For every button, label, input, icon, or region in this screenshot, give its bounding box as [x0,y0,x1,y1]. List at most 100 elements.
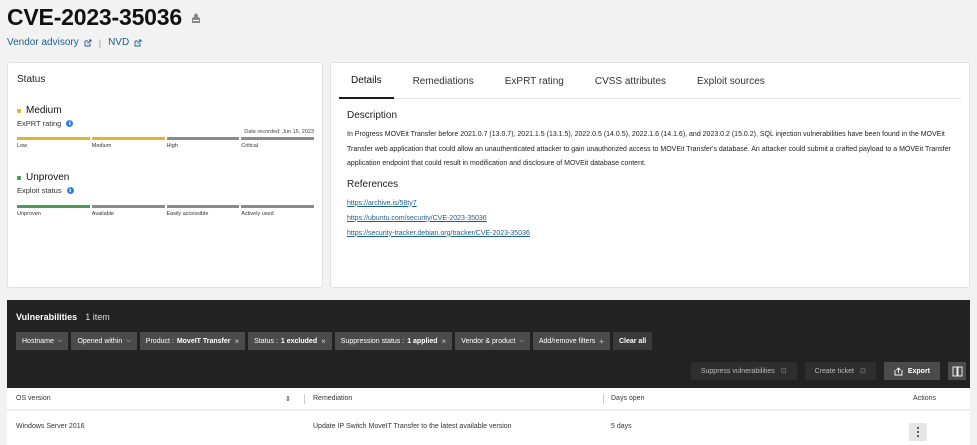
detail-tabs: Details Remediations ExPRT rating CVSS a… [339,63,961,99]
filter-status[interactable]: Status :1 excluded × [248,332,332,350]
reference-link[interactable]: https://archive.is/58ty7 [347,200,953,207]
scale-label: Available [91,211,114,217]
exprt-scale-bar [17,137,314,140]
clear-all-button[interactable]: Clear all [612,332,653,350]
scale-label: Actively used [241,211,274,217]
details-panel: Details Remediations ExPRT rating CVSS a… [330,62,970,288]
tab-exploit-sources[interactable]: Exploit sources [685,63,777,99]
details-content: Description In Progress MOVEit Transfer … [347,110,953,237]
external-link-icon [84,39,92,46]
action-bar: Suppress vulnerabilities ⊡ Create ticket ⊡… [690,362,966,380]
scale-label: Low [17,143,28,149]
unproven-indicator-dot [17,175,21,180]
scale-segment [241,137,314,140]
exprt-label: ExPRT rating [17,119,62,128]
exprt-level: Medium [26,105,62,116]
scale-segment [241,205,314,208]
bug-icon [191,12,200,23]
filter-vendor-product[interactable]: Vendor & product ⌵ [455,332,530,350]
scale-segment [166,137,240,140]
lock-icon: ⊡ [780,368,787,375]
export-button[interactable]: Export [883,362,940,380]
lock-icon: ⊡ [859,368,866,375]
column-header-days-open[interactable]: Days open [611,395,644,402]
column-settings-button[interactable] [948,362,966,380]
scale-label: Medium [91,143,112,149]
scale-segment [17,137,90,140]
reference-link[interactable]: https://security-tracker.debian.org/trac… [347,230,953,237]
description-text: In Progress MOVEit Transfer before 2021.… [347,131,951,167]
plus-icon: + [599,336,604,346]
export-icon [894,366,903,375]
cell-os-version: Windows Server 2016 [16,423,85,430]
page-title: CVE-2023-35036 [7,4,202,31]
link-separator: | [98,37,102,48]
exploit-level: Unproven [26,172,70,183]
sort-icon[interactable]: ⇕ [285,395,291,403]
exploit-scale-bar [17,205,314,208]
date-recorded: Date recorded: Jun 15, 2023 [244,129,314,135]
create-ticket-button[interactable]: Create ticket ⊡ [804,362,876,380]
external-links: Vendor advisory | NVD [7,37,202,48]
vulnerabilities-title: Vulnerabilities 1 item [16,312,110,322]
status-title: Status [17,74,46,85]
scale-label: Easily accessible [166,211,209,217]
exploit-status-metric: Unproven Exploit status i Unproven Avail… [17,172,314,217]
table-row[interactable]: Windows Server 2016 Update IP Switch Mov… [7,411,970,445]
filter-bar: Hostname ⌵ Opened within ⌵ Product : MoveIT… [16,332,653,350]
filter-hostname[interactable]: Hostname ⌵ [16,332,69,350]
cve-id: CVE-2023-35036 [7,4,182,30]
kebab-dot [917,435,919,437]
scale-segment [166,205,240,208]
column-divider [603,394,604,404]
table-header: OS version ⇕ Remediation Days open Actio… [7,388,970,410]
nvd-link[interactable]: NVD [108,37,142,48]
columns-icon [952,366,962,376]
chevron-down-icon: ⌵ [57,337,63,344]
add-remove-filters-button[interactable]: Add/remove filters + [532,332,610,350]
suppress-vulnerabilities-button[interactable]: Suppress vulnerabilities ⊡ [690,362,797,380]
tab-remediations[interactable]: Remediations [401,63,486,99]
filter-suppression-status[interactable]: Suppression status :1 applied × [334,332,453,350]
exploit-scale-labels: Unproven Available Easily accessible Act… [17,211,314,217]
kebab-dot [917,431,919,433]
references-heading: References [347,178,399,190]
medium-indicator-dot [17,108,21,113]
status-panel: Status Medium ExPRT rating i Date record… [7,62,323,288]
scale-segment [91,137,165,140]
column-header-actions: Actions [913,395,936,402]
exploit-label: Exploit status [17,186,62,195]
scale-label: High [166,143,178,149]
vulnerabilities-count: 1 item [85,312,110,322]
tab-details[interactable]: Details [339,63,394,99]
references-list: https://archive.is/58ty7 https://ubuntu.… [347,200,953,237]
column-header-remediation[interactable]: Remediation [313,395,352,402]
scale-segment [17,205,90,208]
column-divider [304,394,305,404]
close-icon[interactable]: × [321,337,326,346]
scale-label: Unproven [17,211,41,217]
row-actions-menu-button[interactable] [909,423,927,441]
vulnerabilities-section: Vulnerabilities 1 item Hostname ⌵ Opened w… [7,300,970,388]
scale-label: Critical [241,143,259,149]
scale-segment [91,205,165,208]
reference-link[interactable]: https://ubuntu.com/security/CVE-2023-350… [347,215,953,222]
info-icon[interactable]: i [66,120,74,127]
tab-cvss-attributes[interactable]: CVSS attributes [583,63,678,99]
filter-opened-within[interactable]: Opened within ⌵ [71,332,137,350]
tab-exprt-rating[interactable]: ExPRT rating [493,63,576,99]
cell-remediation: Update IP Switch MoveIT Transfer to the … [313,423,512,430]
chevron-down-icon: ⌵ [519,337,524,344]
filter-product[interactable]: Product : MoveIT Transfer × [139,332,246,350]
kebab-dot [917,427,919,429]
close-icon[interactable]: × [442,337,447,346]
vendor-advisory-link[interactable]: Vendor advisory [7,37,92,48]
description-heading: Description [347,110,398,121]
page-header: CVE-2023-35036 Vendor advisory | NVD [7,4,202,48]
column-header-os-version[interactable]: OS version [16,395,51,402]
close-icon[interactable]: × [235,337,240,346]
external-link-icon [134,39,142,46]
exprt-rating-metric: Medium ExPRT rating i Date recorded: Jun… [17,105,314,149]
cell-days-open: 5 days [611,423,632,430]
info-icon[interactable]: i [66,187,74,194]
